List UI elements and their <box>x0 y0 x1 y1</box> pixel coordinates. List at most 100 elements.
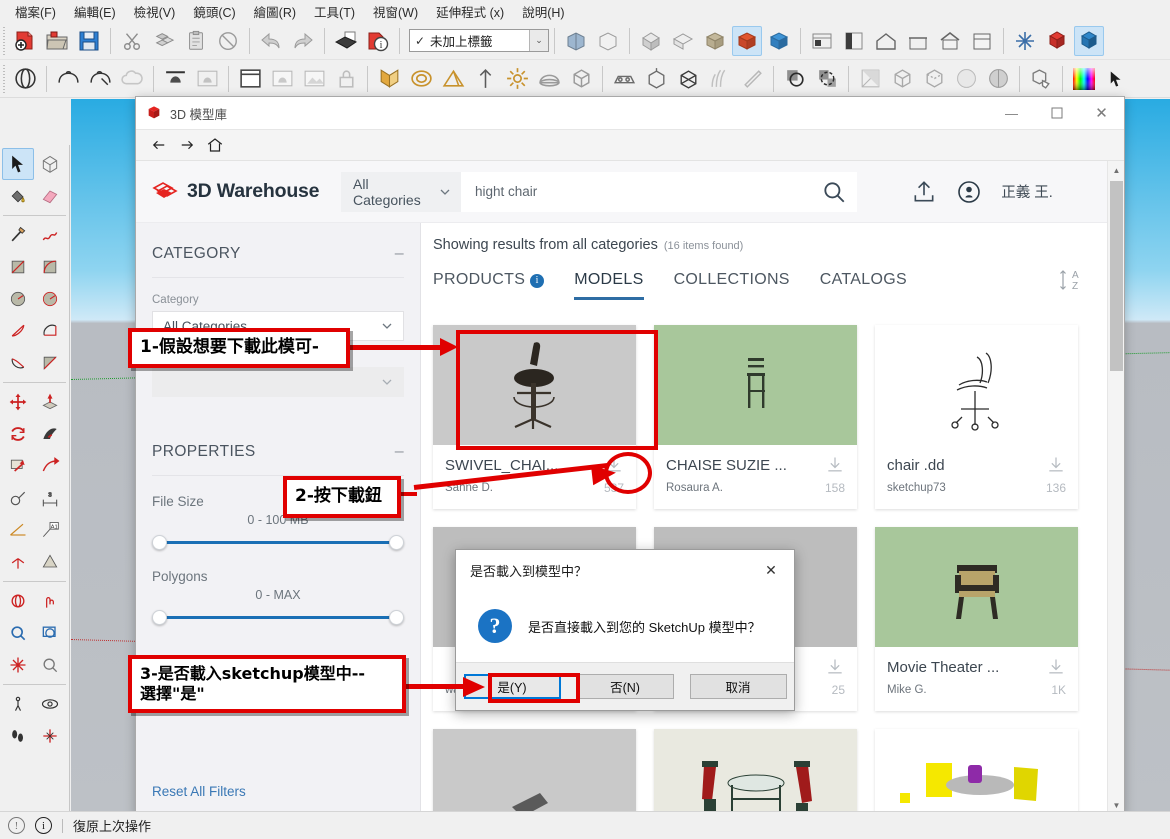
warehouse-scrollbar[interactable]: ▲ ▼ <box>1107 161 1124 815</box>
style-shaded-button[interactable] <box>561 26 591 56</box>
copy-button[interactable] <box>149 26 179 56</box>
model-thumbnail[interactable] <box>875 325 1078 445</box>
color-palette-button[interactable] <box>1069 64 1099 94</box>
position-camera-button[interactable] <box>2 720 34 752</box>
model-card[interactable]: Movie Theater ... Mike G. 1K <box>875 527 1078 711</box>
menu-item-camera[interactable]: 鏡頭(C) <box>184 0 244 23</box>
model-thumbnail[interactable] <box>875 527 1078 647</box>
zoom-extents-button[interactable] <box>2 649 34 681</box>
download-icon[interactable] <box>1046 657 1066 677</box>
erase-button[interactable] <box>213 26 243 56</box>
download-icon[interactable] <box>825 657 845 677</box>
minimize-button[interactable]: — <box>989 97 1034 129</box>
axes-button[interactable] <box>1010 26 1040 56</box>
orbit-button[interactable] <box>10 64 40 94</box>
window-title-bar[interactable]: 3D 模型庫 — ✕ <box>136 97 1124 129</box>
model-card[interactable] <box>433 729 636 815</box>
solid-subtract-button[interactable] <box>812 64 842 94</box>
scrollbar-thumb[interactable] <box>1110 181 1123 371</box>
view-scene-a-button[interactable] <box>160 64 190 94</box>
pyramid-button[interactable] <box>438 64 468 94</box>
scale-tool-button[interactable] <box>2 450 34 482</box>
subcategory-select[interactable] <box>152 367 404 397</box>
paste-button[interactable] <box>181 26 211 56</box>
view-top-button[interactable] <box>668 26 698 56</box>
tab-collections[interactable]: COLLECTIONS <box>674 271 790 297</box>
view-scene-b-button[interactable] <box>192 64 222 94</box>
arc-tool-button[interactable] <box>2 315 34 347</box>
tab-catalogs[interactable]: CATALOGS <box>820 271 907 297</box>
text-tool-button[interactable]: A1 <box>34 514 66 546</box>
menu-item-window[interactable]: 視窗(W) <box>364 0 427 23</box>
model-thumbnail[interactable] <box>875 729 1078 815</box>
scroll-up-arrow-icon[interactable]: ▲ <box>1108 162 1124 179</box>
menu-item-view[interactable]: 檢視(V) <box>125 0 185 23</box>
model-thumbnail[interactable] <box>433 729 636 815</box>
extension-warehouse-button[interactable] <box>1074 25 1104 56</box>
house4-button[interactable] <box>967 26 997 56</box>
search-icon[interactable] <box>821 179 847 205</box>
slider-knob-max[interactable] <box>389 535 404 550</box>
axes-tool-button[interactable] <box>2 546 34 578</box>
download-icon[interactable] <box>1046 455 1066 475</box>
reset-all-filters-link[interactable]: Reset All Filters <box>152 784 246 799</box>
upload-icon[interactable] <box>911 179 937 205</box>
eraser-button[interactable] <box>34 180 66 212</box>
chevron-down-icon[interactable]: ⌄ <box>529 30 548 51</box>
category-dropdown[interactable]: All Categories <box>341 171 461 212</box>
maximize-button[interactable] <box>1034 97 1079 129</box>
lock-button[interactable] <box>331 64 361 94</box>
download-icon[interactable] <box>825 455 845 475</box>
dimension-tool-button[interactable]: 3 <box>34 482 66 514</box>
slider-knob-max[interactable] <box>389 610 404 625</box>
collapse-icon[interactable]: – <box>395 443 404 461</box>
menu-item-help[interactable]: 說明(H) <box>513 0 573 23</box>
user-name[interactable]: 正義 王. <box>1001 181 1053 202</box>
line-tool-button[interactable] <box>2 219 34 251</box>
sandbox-from-contours-button[interactable] <box>609 64 639 94</box>
model-card[interactable]: chair .dd sketchup73 136 <box>875 325 1078 509</box>
open-file-button[interactable] <box>42 26 72 56</box>
followme-tool-button[interactable] <box>34 418 66 450</box>
no-button[interactable]: 否(N) <box>576 674 674 699</box>
2point-arc-button[interactable] <box>34 315 66 347</box>
protractor-button[interactable] <box>2 514 34 546</box>
new-file-button[interactable] <box>10 26 40 56</box>
collapse-icon[interactable]: – <box>395 245 404 263</box>
dimension-button[interactable] <box>470 64 500 94</box>
walk-tool-button[interactable] <box>2 688 34 720</box>
warehouse-button[interactable] <box>1042 26 1072 56</box>
rectangle-tool-button[interactable] <box>2 251 34 283</box>
dome-button[interactable] <box>534 64 564 94</box>
menu-item-file[interactable]: 檔案(F) <box>6 0 65 23</box>
style-back-edges-button[interactable] <box>887 64 917 94</box>
forward-arrow-icon[interactable] <box>176 134 198 156</box>
polygon-tool-button[interactable] <box>34 283 66 315</box>
circle-tool-button[interactable] <box>2 283 34 315</box>
save-file-button[interactable] <box>74 26 104 56</box>
move-tool-button[interactable] <box>2 386 34 418</box>
zoom-window-button[interactable] <box>34 617 66 649</box>
view-back-button[interactable] <box>764 26 794 56</box>
sun-button[interactable] <box>502 64 532 94</box>
style-monochrome-button[interactable] <box>983 64 1013 94</box>
cut-button[interactable] <box>117 26 147 56</box>
house2-button[interactable] <box>903 26 933 56</box>
menu-item-draw[interactable]: 繪圖(R) <box>245 0 305 23</box>
freehand-tool-button[interactable] <box>34 219 66 251</box>
slider-knob-min[interactable] <box>152 610 167 625</box>
view-front-button[interactable] <box>700 26 730 56</box>
window-3-button[interactable] <box>299 64 329 94</box>
view-iso-button[interactable] <box>636 26 666 56</box>
cloud-button[interactable] <box>117 64 147 94</box>
category-section-header[interactable]: CATEGORY – <box>152 223 404 278</box>
solid-union-button[interactable] <box>780 64 810 94</box>
model-thumbnail[interactable] <box>654 729 857 815</box>
sandbox-stamp-button[interactable] <box>673 64 703 94</box>
undo-button[interactable] <box>256 26 286 56</box>
cancel-button[interactable]: 取消 <box>689 674 787 699</box>
menu-item-extensions[interactable]: 延伸程式 (x) <box>427 0 513 23</box>
paint-bucket-button[interactable] <box>2 180 34 212</box>
pages-button[interactable] <box>839 26 869 56</box>
sort-alpha-icon[interactable]: A Z <box>1059 267 1079 293</box>
